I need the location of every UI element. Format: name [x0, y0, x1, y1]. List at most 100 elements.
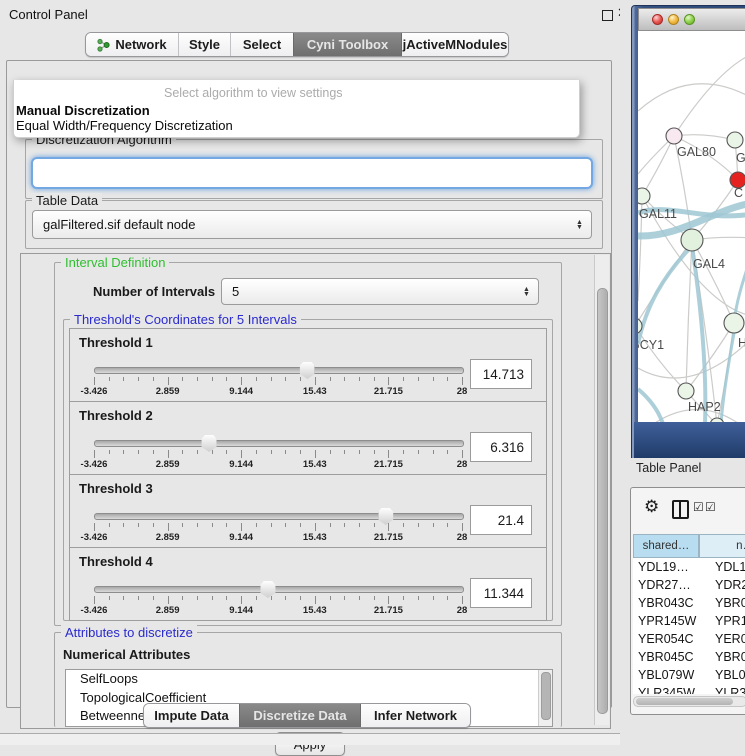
tick-mark — [344, 596, 345, 600]
network-edge[interactable] — [674, 54, 745, 136]
network-edge[interactable] — [642, 136, 674, 196]
cell-shared-name[interactable]: YDR27… — [638, 578, 691, 592]
thresholds-group: Threshold's Coordinates for 5 Intervals … — [63, 319, 553, 621]
network-window-titlebar[interactable] — [638, 8, 745, 31]
attributes-scrollbar-thumb[interactable] — [541, 672, 551, 720]
network-node[interactable] — [681, 229, 703, 251]
threshold-3-slider[interactable] — [94, 513, 464, 520]
network-edge[interactable] — [638, 84, 745, 111]
table-row[interactable]: YLR345W YLR3… — [633, 685, 745, 694]
threshold-4-value[interactable]: 11.344 — [470, 578, 532, 608]
popup-item-equal-width-frequency[interactable]: Equal Width/Frequency Discretization — [16, 118, 233, 133]
threshold-3-value[interactable]: 21.4 — [470, 505, 532, 535]
network-node[interactable] — [666, 128, 682, 144]
table-row[interactable]: YBR045C YBR0… — [633, 649, 745, 667]
tick-mark — [168, 523, 169, 531]
table-row[interactable]: YDL19… YDL1… — [633, 559, 745, 577]
float-window-icon[interactable] — [602, 10, 613, 21]
tick-mark — [197, 450, 198, 454]
threshold-1-value[interactable]: 14.713 — [470, 359, 532, 389]
cell-name[interactable]: YPR1… — [715, 614, 745, 628]
threshold-2-slider[interactable] — [94, 440, 464, 447]
cell-name[interactable]: YLR3… — [715, 686, 745, 694]
cell-shared-name[interactable]: YLR345W — [638, 686, 695, 694]
network-edge-thick[interactable] — [638, 389, 663, 422]
control-panel: Control Panel ✕ Network Style Select C — [0, 0, 620, 745]
tab-discretize-data[interactable]: Discretize Data — [239, 704, 360, 727]
tick-label: -3.426 — [81, 605, 108, 616]
table-row[interactable]: YER054C YER0… — [633, 631, 745, 649]
tab-jactivemnodules[interactable]: jActiveMNodules — [401, 33, 508, 56]
settings-scrollbar[interactable] — [594, 255, 609, 725]
tab-select[interactable]: Select — [230, 33, 293, 56]
tick-label: 2.859 — [156, 605, 180, 616]
threshold-1-slider[interactable] — [94, 367, 464, 374]
cell-name[interactable]: YER0… — [715, 632, 745, 646]
cell-shared-name[interactable]: YBR043C — [638, 596, 694, 610]
table-row[interactable]: YBR043C YBR0… — [633, 595, 745, 613]
network-edge[interactable] — [674, 135, 735, 140]
cell-shared-name[interactable]: YPR145W — [638, 614, 696, 628]
zoom-traffic-light[interactable] — [684, 14, 695, 25]
network-edge-thick[interactable] — [638, 246, 692, 344]
cell-name[interactable]: YDL1… — [715, 560, 745, 574]
tick-label: 28 — [457, 532, 468, 543]
tick-mark — [94, 523, 95, 531]
checkbox-icon[interactable]: ☑ — [693, 501, 704, 513]
tick-mark — [109, 450, 110, 454]
close-traffic-light[interactable] — [652, 14, 663, 25]
tick-mark — [374, 450, 375, 454]
table-row[interactable]: YDR27… YDR2… — [633, 577, 745, 595]
tab-infer-network[interactable]: Infer Network — [360, 704, 470, 727]
network-edge-thick[interactable] — [721, 333, 734, 422]
gear-icon[interactable]: ⚙ — [644, 498, 659, 515]
cell-name[interactable]: YBR0… — [715, 650, 745, 664]
column-header-shared-name[interactable]: shared… — [633, 534, 699, 558]
tab-network[interactable]: Network — [86, 33, 178, 56]
cell-shared-name[interactable]: YDL19… — [638, 560, 689, 574]
settings-scrollbar-thumb[interactable] — [597, 288, 608, 714]
checkbox-icon[interactable]: ☑ — [705, 501, 716, 513]
tick-mark — [418, 377, 419, 381]
cell-shared-name[interactable]: YBR045C — [638, 650, 694, 664]
threshold-4-slider[interactable] — [94, 586, 464, 593]
table-data-combobox[interactable]: galFiltered.sif default node ▲▼ — [32, 210, 592, 239]
cell-name[interactable]: YDR2… — [715, 578, 745, 592]
tab-style[interactable]: Style — [178, 33, 230, 56]
attributes-scrollbar[interactable] — [538, 670, 552, 726]
network-edge[interactable] — [686, 240, 692, 391]
algorithm-dropdown-popup: Select algorithm to view settings Manual… — [13, 80, 580, 138]
tick-label: 9.144 — [229, 459, 253, 470]
slider-ticks — [94, 377, 462, 385]
network-node[interactable] — [727, 132, 743, 148]
tick-mark — [433, 377, 434, 381]
tick-mark — [197, 377, 198, 381]
network-edge-thick[interactable] — [692, 246, 705, 422]
network-node[interactable] — [678, 383, 694, 399]
tick-mark — [123, 377, 124, 381]
tab-impute-data[interactable]: Impute Data — [144, 704, 239, 727]
tab-cyni-toolbox[interactable]: Cyni Toolbox — [293, 33, 401, 56]
tick-label: 9.144 — [229, 386, 253, 397]
table-row[interactable]: YBL079W YBL0… — [633, 667, 745, 685]
attribute-list-item[interactable]: SelfLoops — [66, 670, 552, 689]
network-canvas[interactable]: GAL80GACGAL11GAL4GCY1HHAP2 — [638, 31, 745, 422]
table-horizontal-scrollbar[interactable] — [633, 696, 745, 707]
table-row[interactable]: YPR145W YPR1… — [633, 613, 745, 631]
table-scrollbar-thumb[interactable] — [636, 698, 733, 705]
minimize-traffic-light[interactable] — [668, 14, 679, 25]
threshold-2-value[interactable]: 6.316 — [470, 432, 532, 462]
cell-name[interactable]: YBR0… — [715, 596, 745, 610]
column-header-name[interactable]: n… — [699, 534, 745, 558]
network-node[interactable] — [724, 313, 744, 333]
cell-shared-name[interactable]: YBL079W — [638, 668, 694, 682]
columns-icon[interactable] — [672, 500, 689, 519]
number-of-intervals-combobox[interactable]: 5 ▲▼ — [221, 278, 539, 305]
tick-mark — [94, 596, 95, 604]
cell-shared-name[interactable]: YER054C — [638, 632, 694, 646]
popup-item-manual-discretization[interactable]: Manual Discretization — [16, 103, 150, 118]
network-edge[interactable] — [638, 326, 686, 391]
network-node[interactable] — [638, 188, 650, 204]
cell-name[interactable]: YBL0… — [715, 668, 745, 682]
algorithm-combobox[interactable] — [31, 157, 593, 189]
